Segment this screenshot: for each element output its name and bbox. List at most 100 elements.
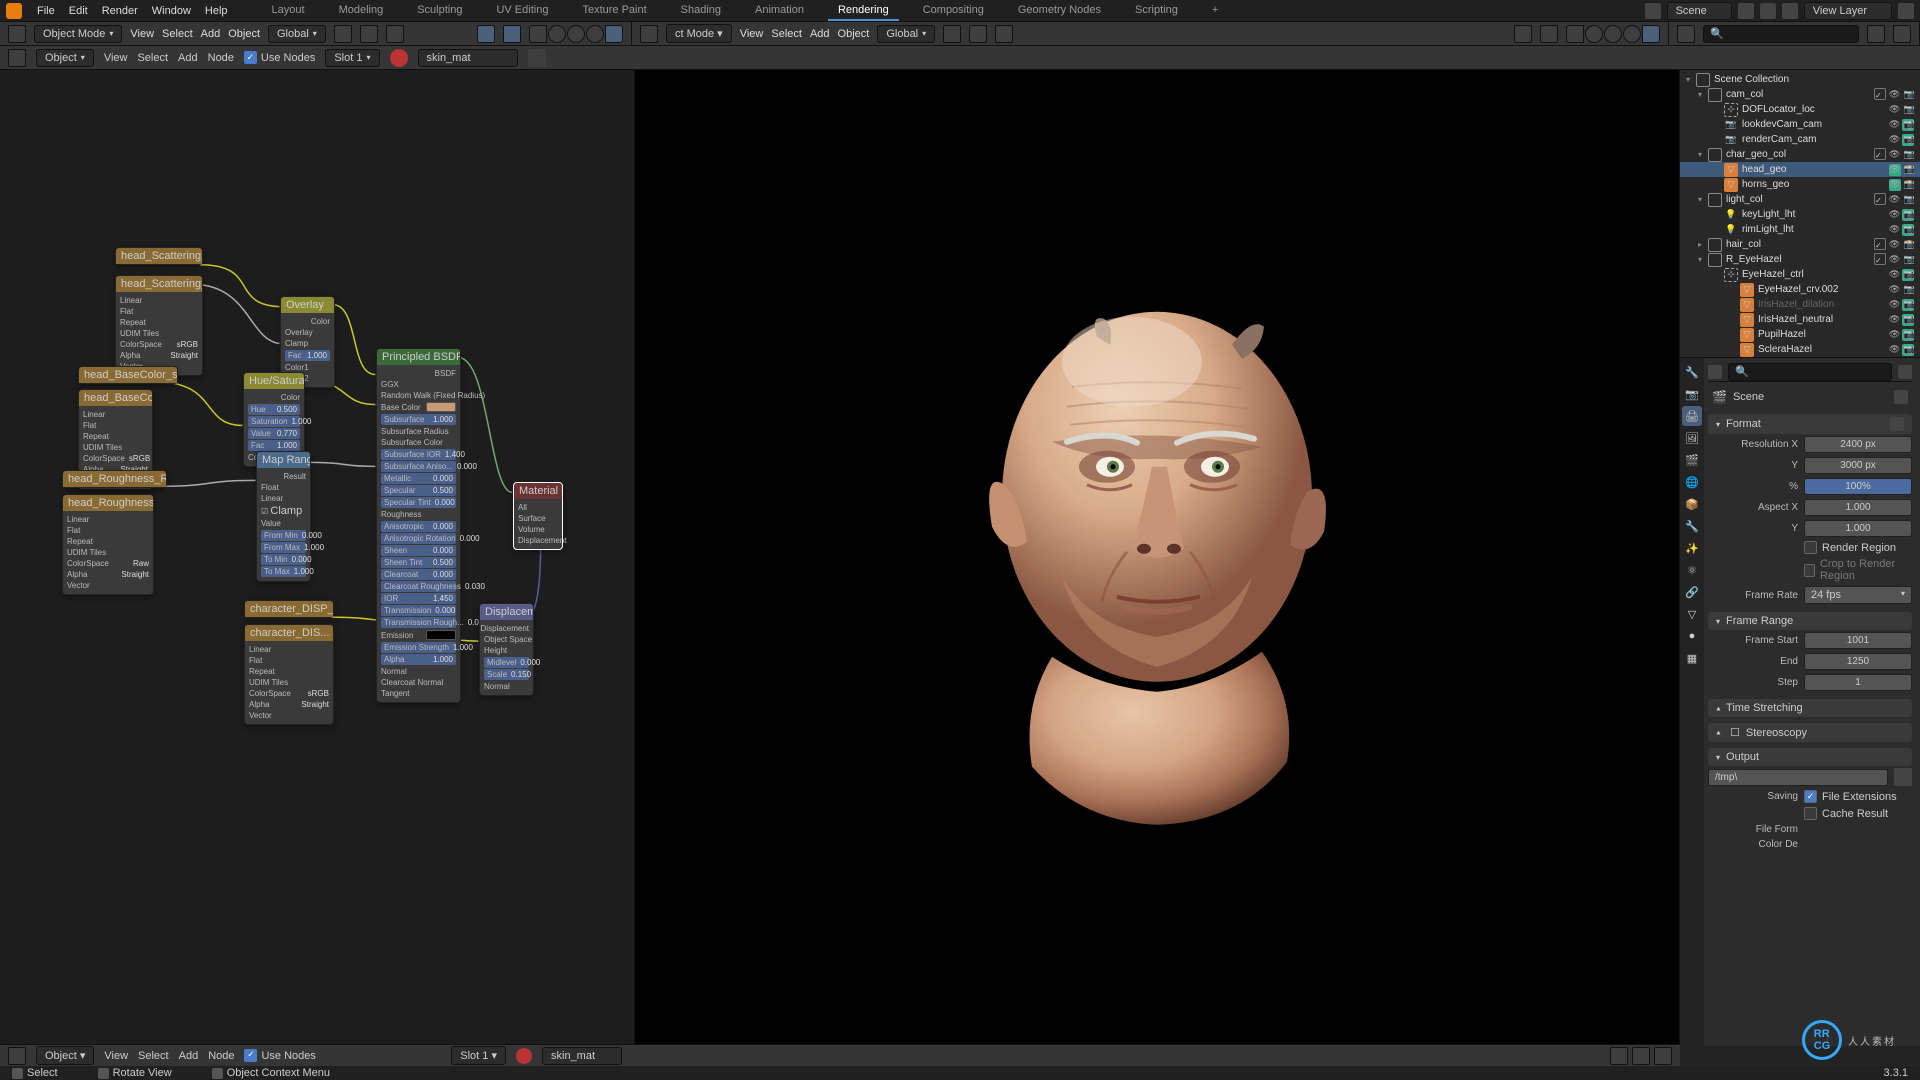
- hdr-add-r[interactable]: Add: [810, 28, 830, 40]
- workspace-tab-layout[interactable]: Layout: [262, 1, 315, 21]
- use-nodes-checkbox-b[interactable]: ✓Use Nodes: [244, 1049, 315, 1062]
- render-shade-icon-r[interactable]: [1642, 25, 1660, 43]
- render-shade-icon[interactable]: [605, 25, 623, 43]
- ntb-node-b[interactable]: Node: [208, 1050, 234, 1062]
- material-name-field-b[interactable]: skin_mat: [542, 1047, 622, 1065]
- use-nodes-checkbox[interactable]: ✓Use Nodes: [244, 51, 315, 64]
- outliner-item[interactable]: ⊹EyeHazel_ctrl👁📷: [1680, 267, 1920, 282]
- prop-tab-tool[interactable]: 🔧: [1682, 362, 1702, 382]
- overlay-icon-r[interactable]: [1540, 25, 1558, 43]
- outliner-item[interactable]: ▽EyeHazel_crv.002👁📷: [1680, 282, 1920, 297]
- overlay-icon[interactable]: [503, 25, 521, 43]
- orient-dropdown-r[interactable]: Global▾: [877, 25, 935, 43]
- snap-icon[interactable]: [360, 25, 378, 43]
- ntb-select-b[interactable]: Select: [138, 1050, 169, 1062]
- outliner-item[interactable]: ▽horns_geo4👁📷: [1680, 177, 1920, 192]
- props-editor-icon[interactable]: [1708, 365, 1722, 379]
- menu-help[interactable]: Help: [205, 5, 228, 17]
- scene-new-icon[interactable]: [1738, 3, 1754, 19]
- hdr-object-r[interactable]: Object: [838, 28, 870, 40]
- pin-icon[interactable]: [528, 49, 546, 67]
- mode-dropdown[interactable]: Object Mode▾: [34, 25, 122, 43]
- outliner-item[interactable]: ▽IrisHazel_dilation👁📷: [1680, 297, 1920, 312]
- workspace-add-button[interactable]: +: [1202, 1, 1228, 21]
- props-search[interactable]: [1728, 363, 1892, 381]
- menu-window[interactable]: Window: [152, 5, 191, 17]
- material-icon[interactable]: [390, 49, 408, 67]
- ntb-select[interactable]: Select: [137, 52, 168, 64]
- prop-tab-data[interactable]: ▽: [1682, 604, 1702, 624]
- ntb-view-b[interactable]: View: [104, 1050, 128, 1062]
- outliner-item[interactable]: ▾cam_col👁📷: [1680, 87, 1920, 102]
- matprev-shade-icon-r[interactable]: [1623, 25, 1641, 43]
- xray-icon-r[interactable]: [1566, 25, 1584, 43]
- shader-node-editor[interactable]: head_Scattering_Raw_v1.4.png.001 head_Sc…: [0, 70, 635, 1046]
- prop-tab-viewlayer[interactable]: 🖼: [1682, 428, 1702, 448]
- outliner-root[interactable]: ▾ Scene Collection: [1680, 72, 1920, 87]
- wire-shade-icon-r[interactable]: [1585, 25, 1603, 43]
- outliner-item[interactable]: ▾light_col👁📷: [1680, 192, 1920, 207]
- outliner-item[interactable]: 📷lookdevCam_cam👁📷: [1680, 117, 1920, 132]
- outliner-item[interactable]: ⊹DOFLocator_loc👁📷: [1680, 102, 1920, 117]
- resolution-x-field[interactable]: 2400 px: [1804, 436, 1912, 453]
- viewlayer-field[interactable]: View Layer: [1804, 2, 1892, 20]
- gizmo-icon-r[interactable]: [1514, 25, 1532, 43]
- prop-tab-texture[interactable]: ▦: [1682, 648, 1702, 668]
- matprev-shade-icon[interactable]: [586, 25, 604, 43]
- node-principled-bsdf[interactable]: Principled BSDF BSDF GGX Random Walk (Fi…: [376, 348, 461, 703]
- workspace-tab-shading[interactable]: Shading: [671, 1, 731, 21]
- props-options-icon[interactable]: [1898, 365, 1912, 379]
- frame-step-field[interactable]: 1: [1804, 674, 1912, 691]
- propedit-icon-r[interactable]: [995, 25, 1013, 43]
- outliner-new-col-icon[interactable]: [1893, 25, 1911, 43]
- prop-tab-particle[interactable]: ✨: [1682, 538, 1702, 558]
- workspace-tab-compositing[interactable]: Compositing: [913, 1, 994, 21]
- node-image-texture-disp[interactable]: character_DIS... Linear Flat Repeat UDIM…: [244, 624, 334, 725]
- hdr-select-r[interactable]: Select: [771, 28, 802, 40]
- outliner-item[interactable]: 💡keyLight_lht👁📷: [1680, 207, 1920, 222]
- workspace-tab-rendering[interactable]: Rendering: [828, 1, 899, 21]
- workspace-tab-uv-editing[interactable]: UV Editing: [486, 1, 558, 21]
- prop-tab-output[interactable]: 🖨: [1682, 406, 1702, 426]
- node-map-range[interactable]: Map Range Result Float Linear ☑ Clamp Va…: [256, 451, 311, 582]
- shader-type-dropdown[interactable]: Object▾: [36, 49, 94, 67]
- node-image-texture-scatter-header[interactable]: head_Scattering_Raw_v1.4.png.001: [115, 247, 203, 265]
- pivot-icon-r[interactable]: [943, 25, 961, 43]
- output-path-field[interactable]: /tmp\: [1708, 769, 1888, 786]
- hdr-add[interactable]: Add: [201, 28, 221, 40]
- outliner-item[interactable]: 📷renderCam_cam👁📷: [1680, 132, 1920, 147]
- outliner-item[interactable]: ▾char_geo_col👁📷: [1680, 147, 1920, 162]
- orient-dropdown[interactable]: Global▾: [268, 25, 326, 43]
- resolution-pct-field[interactable]: 100%: [1804, 478, 1912, 495]
- resolution-y-field[interactable]: 3000 px: [1804, 457, 1912, 474]
- node-image-texture-rough-header[interactable]: head_Roughness_Raw_v1.4.png.001: [62, 470, 167, 488]
- section-format[interactable]: ▾Format: [1708, 414, 1912, 434]
- folder-icon[interactable]: [1894, 768, 1912, 786]
- node-material-output[interactable]: Material Output All Surface Volume Displ…: [513, 482, 563, 550]
- propedit-icon[interactable]: [386, 25, 404, 43]
- frame-start-field[interactable]: 1001: [1804, 632, 1912, 649]
- crop-region-checkbox[interactable]: Crop to Render Region: [1804, 558, 1912, 582]
- viewlayer-new-icon[interactable]: [1898, 3, 1914, 19]
- outliner-item[interactable]: 💡rimLight_lht👁📷: [1680, 222, 1920, 237]
- node-image-texture-basecolor-header[interactable]: head_BaseColor_sRGB_v1.4.png.001: [78, 366, 178, 384]
- workspace-tab-texture-paint[interactable]: Texture Paint: [572, 1, 656, 21]
- prop-tab-scene[interactable]: 🎬: [1682, 450, 1702, 470]
- outliner-filter-icon[interactable]: [1867, 25, 1885, 43]
- pivot-icon[interactable]: [334, 25, 352, 43]
- scene-field[interactable]: Scene: [1667, 2, 1732, 20]
- editor-type-icon-r[interactable]: [640, 25, 658, 43]
- outliner-display-icon[interactable]: [1677, 25, 1695, 43]
- material-name-field[interactable]: skin_mat: [418, 49, 518, 67]
- slot-dropdown[interactable]: Slot 1▾: [325, 49, 379, 67]
- menu-render[interactable]: Render: [102, 5, 138, 17]
- node-image-texture-rough[interactable]: head_Roughness_R... Linear Flat Repeat U…: [62, 494, 154, 595]
- panel-options-icon[interactable]: [1890, 417, 1904, 431]
- snap-icon-r[interactable]: [969, 25, 987, 43]
- aspect-x-field[interactable]: 1.000: [1804, 499, 1912, 516]
- render-region-checkbox[interactable]: Render Region: [1804, 541, 1896, 554]
- ntb-node[interactable]: Node: [208, 52, 234, 64]
- hdr-select[interactable]: Select: [162, 28, 193, 40]
- ntb-view[interactable]: View: [104, 52, 128, 64]
- wire-shade-icon[interactable]: [548, 25, 566, 43]
